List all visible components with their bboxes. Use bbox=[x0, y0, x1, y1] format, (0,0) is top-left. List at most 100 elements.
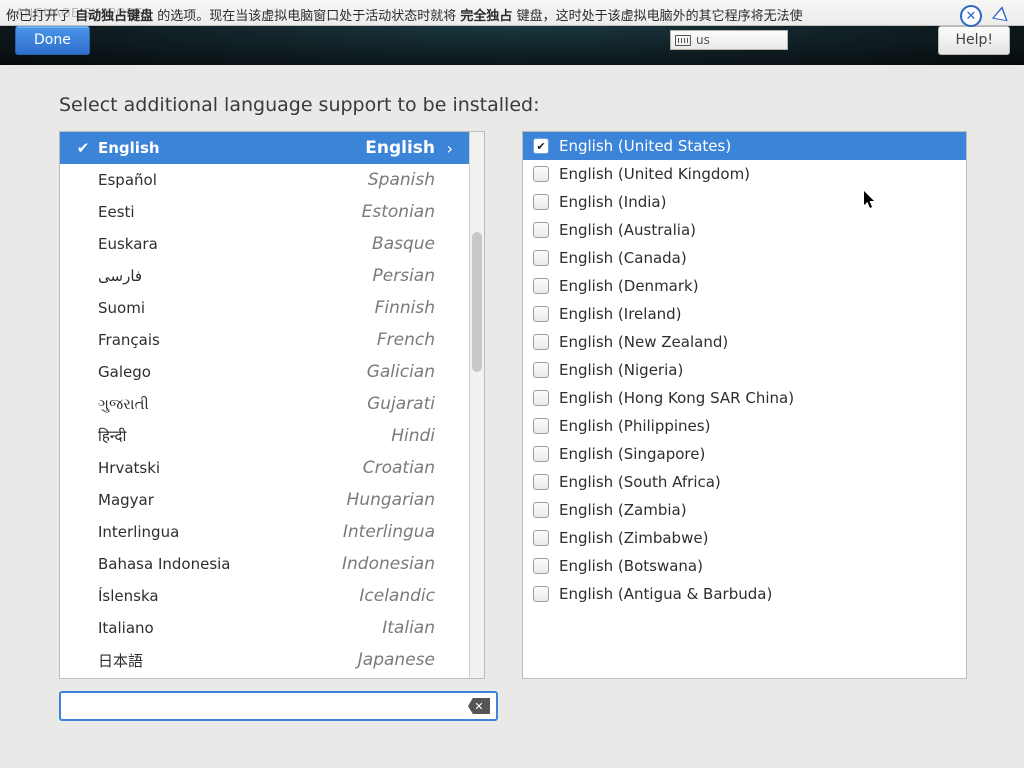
locale-list-panel[interactable]: English (United States) English (United K… bbox=[522, 131, 967, 679]
locale-row[interactable]: English (Philippines) bbox=[523, 412, 966, 440]
language-search-field[interactable]: ✕ bbox=[59, 691, 498, 721]
language-native-name: Hrvatski bbox=[94, 459, 160, 477]
locale-checkbox[interactable] bbox=[533, 278, 549, 294]
locale-label: English (United States) bbox=[559, 137, 731, 155]
language-row[interactable]: EspañolSpanish› bbox=[60, 164, 469, 196]
notice-part-b: 自动独占键盘 bbox=[75, 9, 153, 24]
locale-label: English (Canada) bbox=[559, 249, 687, 267]
locale-label: English (Nigeria) bbox=[559, 361, 683, 379]
language-english-name: Hindi bbox=[126, 426, 435, 446]
locale-row[interactable]: English (Singapore) bbox=[523, 440, 966, 468]
locale-row[interactable]: English (South Africa) bbox=[523, 468, 966, 496]
locale-label: English (Zimbabwe) bbox=[559, 529, 708, 547]
clear-search-icon[interactable]: ✕ bbox=[468, 698, 490, 714]
search-input[interactable] bbox=[61, 698, 468, 714]
locale-checkbox[interactable] bbox=[533, 586, 549, 602]
language-row[interactable]: ÍslenskaIcelandic› bbox=[60, 580, 469, 612]
language-row[interactable]: 日本語Japanese› bbox=[60, 644, 469, 676]
language-english-name: French bbox=[160, 330, 435, 350]
locale-checkbox[interactable] bbox=[533, 474, 549, 490]
language-native-name: Suomi bbox=[94, 299, 145, 317]
keyboard-layout-indicator[interactable]: us bbox=[670, 30, 788, 50]
locale-row[interactable]: English (India) bbox=[523, 188, 966, 216]
language-row[interactable]: ItalianoItalian› bbox=[60, 612, 469, 644]
locale-row[interactable]: English (Zambia) bbox=[523, 496, 966, 524]
language-row[interactable]: فارسیPersian› bbox=[60, 260, 469, 292]
locale-checkbox[interactable] bbox=[533, 558, 549, 574]
locale-checkbox[interactable] bbox=[533, 446, 549, 462]
language-native-name: Français bbox=[94, 331, 160, 349]
language-english-name: Basque bbox=[158, 234, 435, 254]
language-row[interactable]: ગુજરાતીGujarati› bbox=[60, 388, 469, 420]
language-native-name: Español bbox=[94, 171, 157, 189]
locale-checkbox[interactable] bbox=[533, 306, 549, 322]
close-icon[interactable]: ✕ bbox=[960, 5, 982, 27]
notice-part-e: 键盘，这时处于该虚拟电脑外的其它程序将无法使 bbox=[512, 9, 802, 24]
language-english-name: Icelandic bbox=[159, 586, 435, 606]
notice-part-c: 的选项。现在当该虚拟电脑窗口处于活动状态时就将 bbox=[153, 9, 460, 24]
language-row[interactable]: HrvatskiCroatian› bbox=[60, 452, 469, 484]
locale-row[interactable]: English (Canada) bbox=[523, 244, 966, 272]
locale-checkbox[interactable] bbox=[533, 334, 549, 350]
locale-label: English (Hong Kong SAR China) bbox=[559, 389, 794, 407]
help-button[interactable]: Help! bbox=[938, 26, 1010, 55]
language-row[interactable]: FrançaisFrench› bbox=[60, 324, 469, 356]
language-native-name: Galego bbox=[94, 363, 151, 381]
locale-label: English (Singapore) bbox=[559, 445, 705, 463]
language-native-name: Bahasa Indonesia bbox=[94, 555, 231, 573]
locale-label: English (South Africa) bbox=[559, 473, 721, 491]
locale-label: English (Australia) bbox=[559, 221, 696, 239]
notice-part-d: 完全独占 bbox=[460, 9, 512, 24]
vm-keyboard-capture-notice: 你已打开了 自动独占键盘 的选项。现在当该虚拟电脑窗口处于活动状态时就将 完全独… bbox=[6, 5, 803, 24]
language-row[interactable]: हिन्दीHindi› bbox=[60, 420, 469, 452]
language-list[interactable]: ✔EnglishEnglish›EspañolSpanish›EestiEsto… bbox=[60, 132, 469, 678]
language-english-name: Spanish bbox=[157, 170, 435, 190]
language-row[interactable]: Bahasa IndonesiaIndonesian› bbox=[60, 548, 469, 580]
language-row[interactable]: MagyarHungarian› bbox=[60, 484, 469, 516]
locale-row[interactable]: English (New Zealand) bbox=[523, 328, 966, 356]
locale-checkbox[interactable] bbox=[533, 194, 549, 210]
locale-row[interactable]: English (Ireland) bbox=[523, 300, 966, 328]
language-native-name: Italiano bbox=[94, 619, 154, 637]
done-button[interactable]: Done bbox=[15, 26, 90, 55]
language-row[interactable]: EuskaraBasque› bbox=[60, 228, 469, 260]
chevron-right-icon: › bbox=[435, 139, 453, 158]
language-native-name: Magyar bbox=[94, 491, 154, 509]
locale-row[interactable]: English (United Kingdom) bbox=[523, 160, 966, 188]
language-scrollbar[interactable] bbox=[469, 132, 484, 678]
locale-checkbox[interactable] bbox=[533, 418, 549, 434]
language-english-name: Japanese bbox=[143, 650, 435, 670]
locale-checkbox[interactable] bbox=[533, 530, 549, 546]
locale-row[interactable]: English (Denmark) bbox=[523, 272, 966, 300]
language-native-name: Íslenska bbox=[94, 587, 159, 605]
locale-label: English (Denmark) bbox=[559, 277, 699, 295]
language-english-name: Indonesian bbox=[231, 554, 436, 574]
locale-checkbox[interactable] bbox=[533, 390, 549, 406]
locale-row[interactable]: English (Zimbabwe) bbox=[523, 524, 966, 552]
locale-checkbox[interactable] bbox=[533, 502, 549, 518]
scrollbar-thumb[interactable] bbox=[472, 232, 482, 372]
locale-checkbox[interactable] bbox=[533, 222, 549, 238]
locale-checkbox[interactable] bbox=[533, 362, 549, 378]
locale-row[interactable]: English (Hong Kong SAR China) bbox=[523, 384, 966, 412]
language-english-name: Croatian bbox=[160, 458, 435, 478]
tray-icon[interactable] bbox=[992, 5, 1010, 22]
language-native-name: فارسی bbox=[94, 267, 142, 285]
language-native-name: ગુજરાતી bbox=[94, 395, 149, 413]
locale-row[interactable]: English (Australia) bbox=[523, 216, 966, 244]
locale-row[interactable]: English (United States) bbox=[523, 132, 966, 160]
locale-row[interactable]: English (Nigeria) bbox=[523, 356, 966, 384]
language-row[interactable]: GalegoGalician› bbox=[60, 356, 469, 388]
locale-checkbox[interactable] bbox=[533, 166, 549, 182]
language-native-name: हिन्दी bbox=[94, 426, 126, 446]
language-row[interactable]: SuomiFinnish› bbox=[60, 292, 469, 324]
language-row[interactable]: InterlinguaInterlingua› bbox=[60, 516, 469, 548]
language-native-name: Euskara bbox=[94, 235, 158, 253]
locale-checkbox[interactable] bbox=[533, 138, 549, 154]
language-row[interactable]: EestiEstonian› bbox=[60, 196, 469, 228]
locale-label: English (United Kingdom) bbox=[559, 165, 750, 183]
locale-row[interactable]: English (Antigua & Barbuda) bbox=[523, 580, 966, 608]
language-row[interactable]: ✔EnglishEnglish› bbox=[60, 132, 469, 164]
locale-checkbox[interactable] bbox=[533, 250, 549, 266]
locale-row[interactable]: English (Botswana) bbox=[523, 552, 966, 580]
